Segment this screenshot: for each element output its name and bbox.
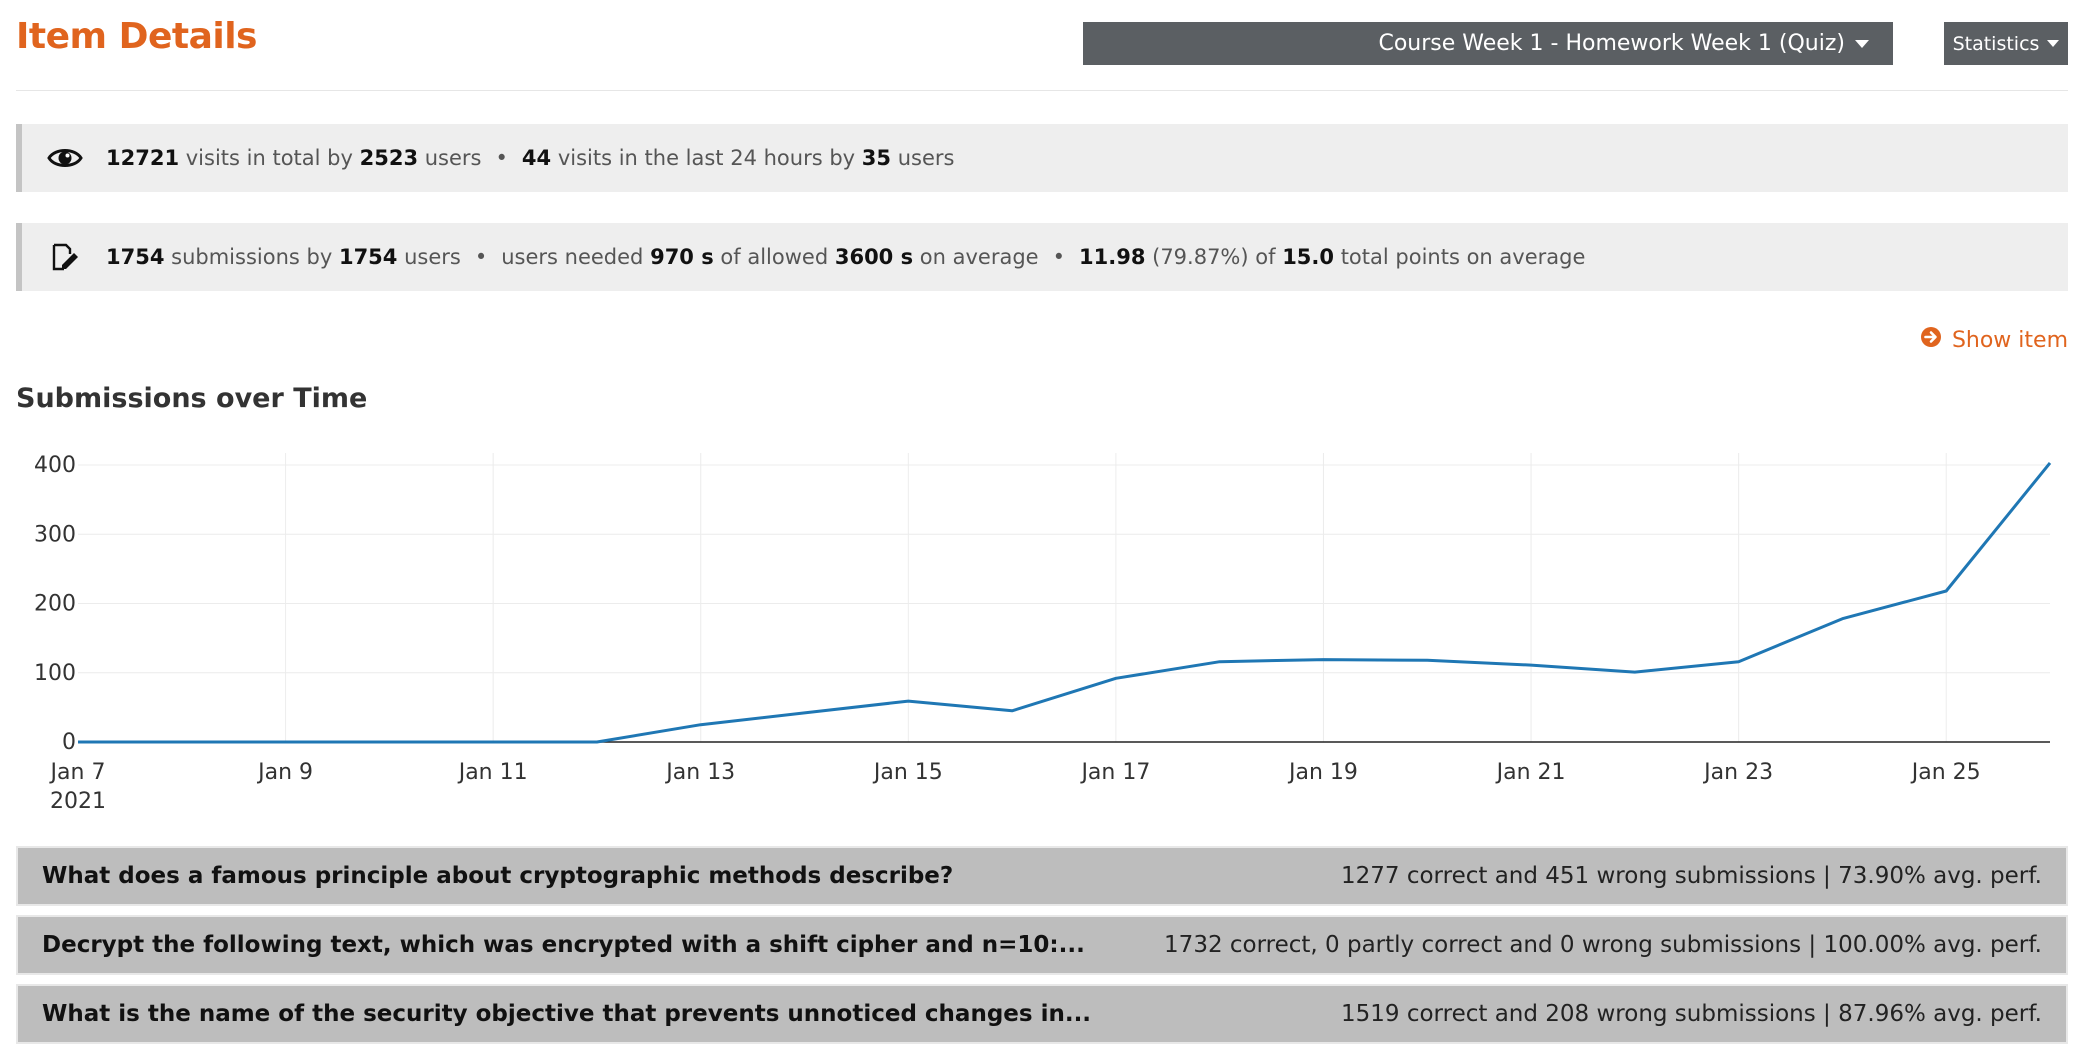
eye-icon — [46, 143, 84, 173]
separator-dot: • — [474, 245, 488, 269]
submissions-text: users needed — [501, 245, 644, 269]
header-divider — [16, 90, 2068, 91]
x-tick-label: Jan 23 — [1702, 760, 1773, 785]
submissions-text: on average — [919, 245, 1039, 269]
question-text: Decrypt the following text, which was en… — [42, 932, 1085, 958]
y-tick-label: 200 — [34, 592, 76, 617]
submissions-users: 1754 — [338, 245, 398, 269]
question-text: What is the name of the security objecti… — [42, 1001, 1092, 1027]
arrow-circle-right-icon — [1920, 326, 1942, 354]
x-tick-label: Jan 11 — [457, 760, 528, 785]
question-performance: 1519 correct and 208 wrong submissions |… — [1341, 1001, 2042, 1027]
question-row[interactable]: What is the name of the security objecti… — [16, 984, 2068, 1044]
submissions-text: of allowed — [720, 245, 829, 269]
submissions-count: 1754 — [106, 245, 165, 269]
page-title: Item Details — [16, 16, 257, 57]
caret-down-icon — [1855, 39, 1869, 48]
question-performance: 1277 correct and 451 wrong submissions |… — [1341, 863, 2042, 889]
visits-text: visits in total by — [185, 146, 353, 170]
statistics-dropdown[interactable]: Statistics — [1944, 22, 2068, 65]
submissions-text: users — [404, 245, 461, 269]
visits-last24-users: 35 — [861, 146, 892, 170]
caret-down-icon — [2047, 40, 2060, 47]
page: Item Details Course Week 1 - Homework We… — [0, 0, 2081, 1050]
visits-text: visits in the last 24 hours by — [557, 146, 856, 170]
x-tick-label: Jan 25 — [1910, 760, 1981, 785]
visits-total: 12721 — [106, 146, 180, 170]
y-tick-label: 100 — [34, 661, 76, 686]
time-needed: 970 s — [650, 245, 714, 269]
x-tick-label: Jan 7 — [49, 760, 106, 785]
visits-text: users — [897, 146, 955, 170]
visits-text: users — [424, 146, 482, 170]
y-tick-label: 0 — [62, 730, 76, 755]
show-item-label: Show item — [1951, 327, 2068, 353]
question-performance: 1732 correct, 0 partly correct and 0 wro… — [1164, 932, 2042, 958]
avg-score: 11.98 — [1079, 245, 1146, 269]
x-tick-year-label: 2021 — [50, 789, 106, 814]
statistics-dropdown-label: Statistics — [1952, 32, 2040, 55]
x-tick-label: Jan 19 — [1287, 760, 1358, 785]
submissions-text: submissions by — [171, 245, 333, 269]
separator-dot: • — [1052, 245, 1065, 269]
submissions-text: total points on average — [1340, 245, 1586, 269]
question-text: What does a famous principle about crypt… — [42, 863, 954, 889]
edit-document-icon — [46, 242, 84, 272]
section-title: Submissions over Time — [16, 383, 368, 414]
x-tick-label: Jan 9 — [256, 760, 313, 785]
visits-stats-box: 12721 visits in total by 2523 users • 44… — [16, 124, 2068, 192]
question-row[interactable]: Decrypt the following text, which was en… — [16, 915, 2068, 975]
visits-last24: 44 — [521, 146, 552, 170]
total-points: 15.0 — [1282, 245, 1335, 269]
course-item-dropdown-label: Course Week 1 - Homework Week 1 (Quiz) — [1378, 31, 1845, 56]
time-allowed: 3600 s — [834, 245, 914, 269]
x-tick-label: Jan 15 — [872, 760, 943, 785]
submissions-series-line — [78, 461, 2052, 744]
submissions-line-chart: 0 100 200 300 400 Jan 7 Jan 9 Jan 11 Jan 13 Jan 1… — [34, 453, 2052, 814]
x-tick-label: Jan 13 — [664, 760, 735, 785]
y-tick-label: 300 — [34, 522, 76, 547]
x-tick-label: Jan 21 — [1495, 760, 1566, 785]
submissions-stats-box: 1754 submissions by 1754 users • users n… — [16, 223, 2068, 291]
avg-score-percent: (79.87%) of — [1152, 245, 1276, 269]
course-item-dropdown[interactable]: Course Week 1 - Homework Week 1 (Quiz) — [1083, 22, 1893, 65]
x-tick-label: Jan 17 — [1079, 760, 1150, 785]
show-item-link[interactable]: Show item — [1920, 326, 2068, 354]
y-tick-label: 400 — [34, 453, 76, 478]
separator-dot: • — [495, 146, 508, 170]
visits-users: 2523 — [359, 146, 419, 170]
question-row[interactable]: What does a famous principle about crypt… — [16, 846, 2068, 906]
